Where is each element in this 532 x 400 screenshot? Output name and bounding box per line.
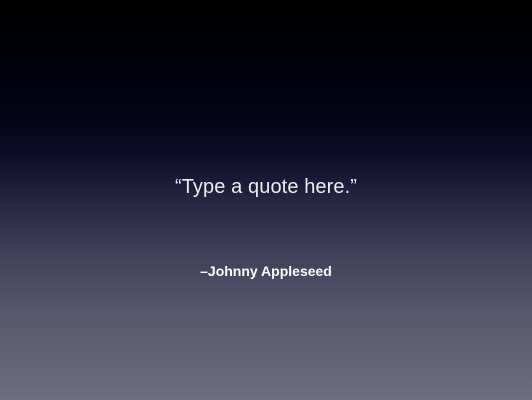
quote-attribution[interactable]: –Johnny Appleseed: [0, 263, 532, 279]
quote-text[interactable]: “Type a quote here.”: [0, 176, 532, 199]
quote-slide: “Type a quote here.” –Johnny Appleseed: [0, 0, 532, 400]
